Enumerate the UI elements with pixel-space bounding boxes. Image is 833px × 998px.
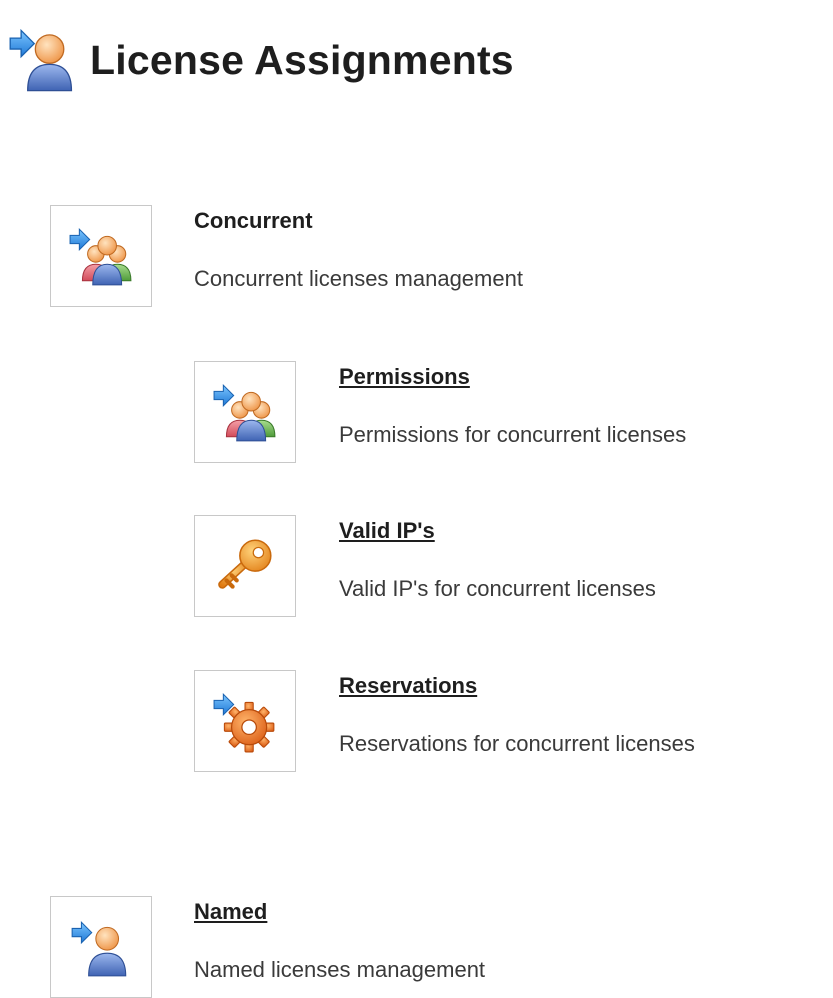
key-icon	[218, 539, 272, 589]
group-arrow-icon	[69, 227, 132, 286]
group-arrow-icon	[213, 383, 276, 442]
named-tile[interactable]	[50, 896, 152, 998]
page-title: License Assignments	[90, 36, 514, 83]
permissions-tile[interactable]	[194, 361, 296, 463]
reservations-tile[interactable]	[194, 670, 296, 772]
section-title-concurrent: Concurrent	[194, 208, 313, 233]
permissions-description: Permissions for concurrent licenses	[339, 422, 687, 447]
reservations-description: Reservations for concurrent licenses	[339, 731, 695, 756]
permissions-link[interactable]: Permissions	[339, 364, 470, 390]
section-description-concurrent: Concurrent licenses management	[194, 266, 523, 291]
valid-ips-link[interactable]: Valid IP's	[339, 518, 435, 544]
concurrent-tile[interactable]	[50, 205, 152, 307]
named-link[interactable]: Named	[194, 899, 267, 925]
valid-ips-tile[interactable]	[194, 515, 296, 617]
reservations-link[interactable]: Reservations	[339, 673, 477, 699]
gear-arrow-icon	[213, 692, 275, 753]
valid-ips-description: Valid IP's for concurrent licenses	[339, 576, 656, 601]
user-arrow-icon	[9, 28, 73, 92]
section-description-named: Named licenses management	[194, 957, 486, 982]
page-header: License Assignments	[8, 20, 514, 100]
user-arrow-icon	[71, 921, 127, 977]
